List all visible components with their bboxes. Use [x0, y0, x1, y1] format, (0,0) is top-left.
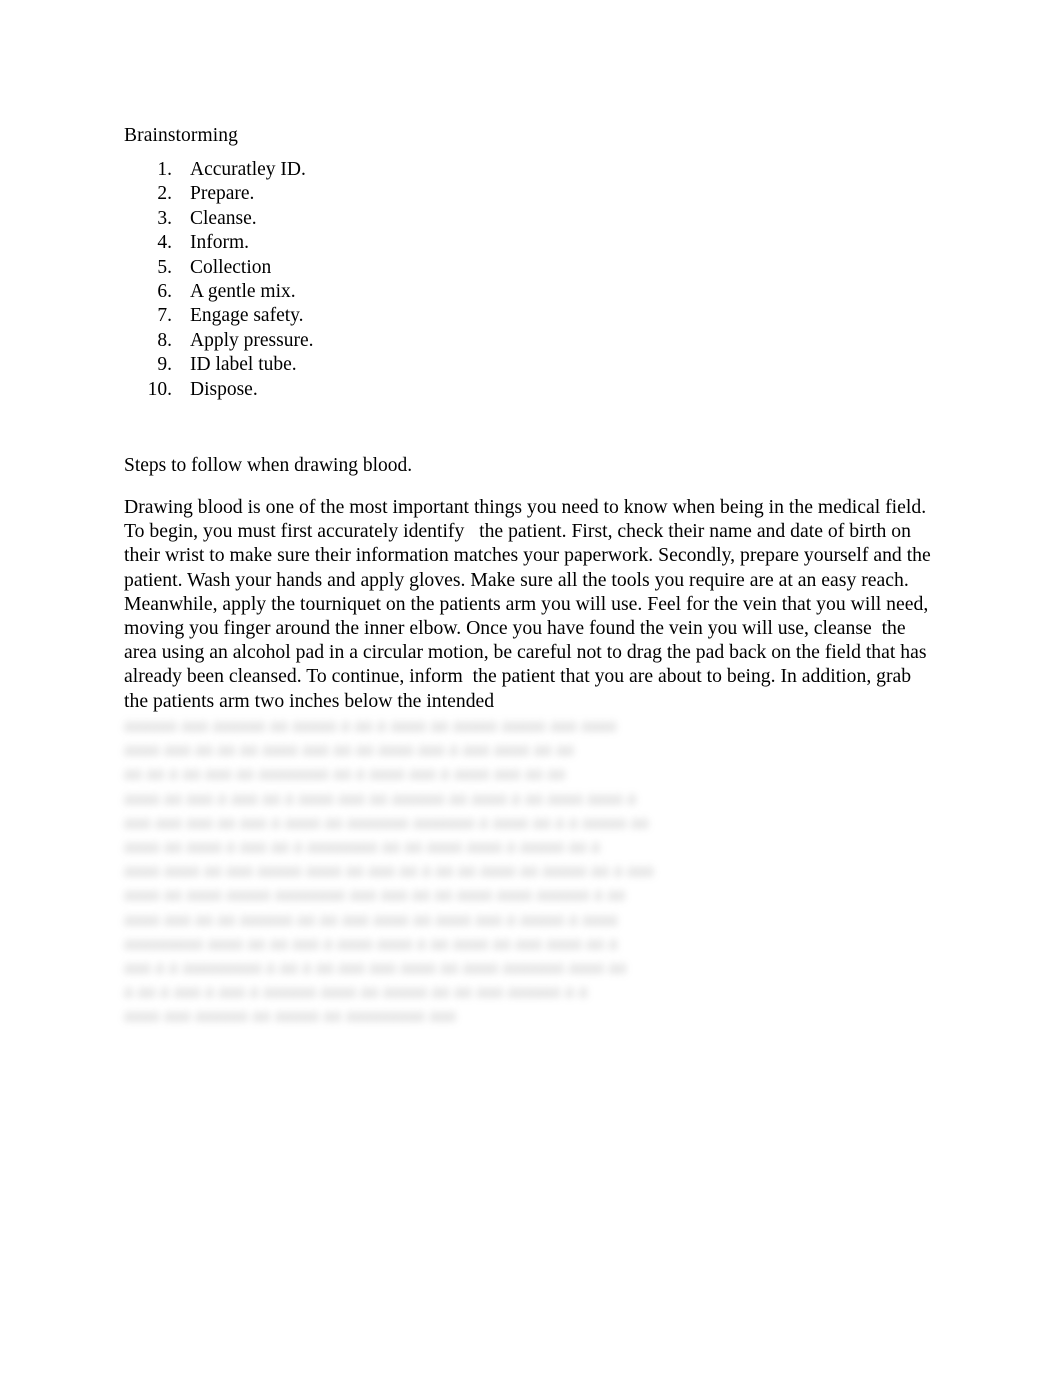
redacted-line: aaaa aaa aa aa aa aaaa aaa aa aa aaaa aa… [124, 738, 574, 761]
redacted-line: aaa a a aaaaaaaaa a aa a aa aaa aaa aaaa… [124, 955, 627, 978]
redacted-line: aaaa aa aaaa aaaaa aaaaaaaa aaa aaa aa a… [124, 883, 625, 906]
section-heading: Steps to follow when drawing blood. [124, 455, 413, 477]
list-item: 9. ID label tube. [124, 353, 938, 377]
list-item-label: Prepare. [190, 183, 255, 205]
list-item: 5. Collection [124, 256, 938, 280]
list-item: 6. A gentle mix. [124, 280, 938, 304]
list-item-label: Collection [190, 256, 272, 278]
list-item-number: 1. [157, 159, 172, 180]
list-item-number: 7. [157, 305, 172, 327]
redacted-line: aaa aaa aaa aa aaa a aaaa aa aaaaaaa aaa… [124, 810, 649, 833]
document-content: Brainstorming 1. Accuratley ID. 2. Prepare… [124, 124, 938, 1028]
list-item-number: 5. [157, 256, 172, 278]
list-item-label: Apply pressure. [190, 329, 314, 351]
list-item-number: 8. [157, 329, 172, 351]
list-item-number: 3. [157, 207, 172, 229]
redacted-line: aaaa aa aaaa a aaa aa a aaaaaaaa aa aa a… [124, 834, 600, 857]
list-item: 8. Apply pressure. [124, 329, 938, 353]
redacted-line: aa aa a aa aaa aa aaaaaaaa aa a aaaa aaa… [124, 762, 565, 785]
body-paragraph: Drawing blood is one of the most importa… [124, 496, 936, 712]
redacted-line: a aa a aaa a aaa a aaaaaa aaaa aa aaaaa … [124, 980, 588, 1003]
redacted-line: aaaaaaaaa aaaa aa aa aaa a aaaa aaaa a a… [124, 931, 618, 954]
list-item-label: Inform. [190, 232, 250, 254]
list-item: 2. Prepare. [124, 182, 938, 206]
list-item-label: ID label tube. [190, 354, 297, 376]
redacted-line: aaaa aaa aa aa aaaaaa aa aa aaa aaaa aa … [124, 907, 618, 930]
brainstorming-list: 1. Accuratley ID. 2. Prepare. 3. Cleanse. 4… [124, 158, 938, 402]
list-item-label: Engage safety. [190, 305, 304, 327]
page-title: Brainstorming [124, 125, 238, 146]
list-item-number: 10. [147, 378, 172, 400]
list-item: 3. Cleanse. [124, 207, 938, 231]
redacted-line: aaaa aaa aaaaaa aa aaaaa aa aaaaaaaaa aa… [124, 1004, 456, 1027]
list-item-number: 4. [157, 232, 172, 254]
list-item-number: 2. [157, 183, 172, 205]
document-page: Brainstorming 1. Accuratley ID. 2. Prepare… [0, 0, 1062, 1376]
redacted-line: aaaaaa aaa aaaaaa aa aaaaa a aa a aaaa a… [124, 713, 617, 736]
list-item: 10. Dispose. [124, 378, 938, 402]
list-item: 4. Inform. [124, 231, 938, 255]
list-item: 1. Accuratley ID. [124, 158, 938, 182]
redacted-line: aaaa aaaa aa aaa aaaaa aaaa aa aaa aa a … [124, 859, 654, 882]
list-item-number: 9. [157, 354, 172, 376]
list-item-label: A gentle mix. [190, 281, 296, 303]
list-item-label: Dispose. [190, 378, 258, 400]
list-item-label: Accuratley ID. [190, 159, 306, 180]
redacted-text-block: aaaaaa aaa aaaaaa aa aaaaa a aa a aaaa a… [124, 713, 940, 1028]
list-item: 7. Engage safety. [124, 304, 938, 328]
redacted-line: aaaa aa aaa a aaa aa a aaaa aaa aa aaaaa… [124, 786, 636, 809]
list-item-label: Cleanse. [190, 207, 257, 229]
list-item-number: 6. [157, 281, 172, 303]
